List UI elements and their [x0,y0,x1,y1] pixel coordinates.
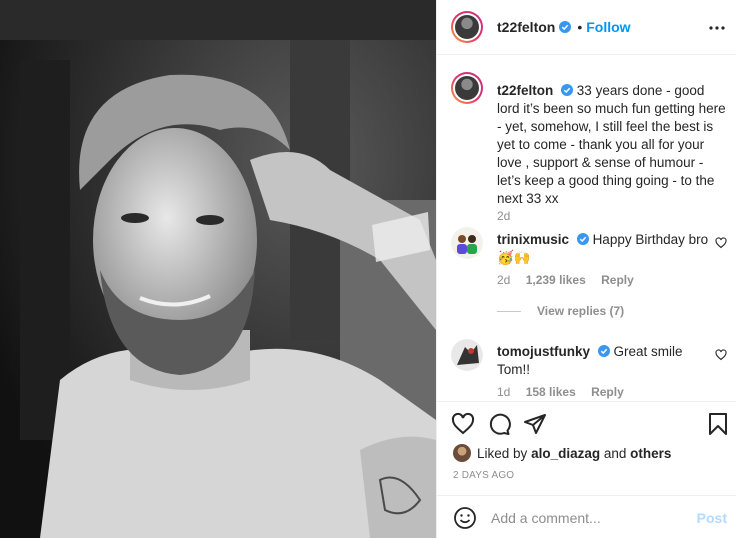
post-timestamp[interactable]: 2 DAYS AGO [453,470,514,481]
author-avatar[interactable] [451,11,483,43]
post-comment-button[interactable]: Post [697,510,727,526]
portrait-image [0,0,436,538]
liked-by-others[interactable]: others [630,446,671,461]
caption-timestamp: 2d [497,209,511,223]
post-actions: Liked by alo_diazag and others 2 DAYS AG… [437,401,736,538]
replies-divider [497,310,521,312]
emoji-icon[interactable] [453,506,477,530]
verified-icon [559,21,572,33]
comments-list[interactable]: t22felton 33 years done - good lord it’s… [437,55,736,401]
separator-dot: • [577,19,583,35]
reply-button[interactable]: Reply [601,273,634,287]
comment-icon[interactable] [487,412,511,436]
post-header: t22felton • Follow [437,0,736,55]
comment-likes[interactable]: 1,239 likes [526,273,586,287]
comment-likes[interactable]: 158 likes [526,385,576,399]
post-photo[interactable] [0,0,436,538]
view-replies-button[interactable]: View replies (7) [497,304,624,318]
verified-icon [576,233,589,245]
caption-username[interactable]: t22felton [497,83,553,98]
liked-by-joiner: and [603,445,627,461]
comment-like-icon[interactable] [715,237,727,249]
verified-icon [561,84,574,96]
liker-avatar[interactable] [453,444,471,462]
caption-avatar[interactable] [451,72,483,104]
add-comment-bar: Post [437,495,736,538]
more-icon[interactable] [707,18,727,38]
post-side-panel: t22felton • Follow t22felton 33 years do… [436,0,736,538]
commenter-avatar[interactable] [451,339,483,371]
liked-by-prefix: Liked by [477,445,528,461]
comment-username[interactable]: trinixmusic [497,232,569,247]
commenter-avatar[interactable] [451,227,483,259]
caption-body: 33 years done - good lord it’s been so m… [497,83,726,206]
comment-meta: 2d 1,239 likes Reply [497,273,646,287]
comment-input[interactable] [491,509,691,526]
comment-time: 1d [497,385,511,399]
reply-button[interactable]: Reply [591,385,624,399]
bookmark-icon[interactable] [706,412,730,436]
view-replies-label: View replies (7) [537,304,625,318]
comment-text-block: trinixmusic Happy Birthday bro 🥳🙌 [497,231,717,267]
caption-text-block: t22felton 33 years done - good lord it’s… [497,82,727,208]
share-icon[interactable] [523,412,547,436]
comment-username[interactable]: tomojustfunky [497,344,590,359]
comment-like-icon[interactable] [715,349,727,361]
comment-meta: 1d 158 likes Reply [497,385,636,399]
follow-button[interactable]: Follow [586,19,630,35]
heart-icon[interactable] [451,412,475,436]
verified-icon [597,345,610,357]
comment-text-block: tomojustfunky Great smile Tom!! [497,343,717,379]
liked-by-user[interactable]: alo_diazag [531,446,600,461]
comment-time: 2d [497,273,511,287]
action-icons [449,412,731,440]
liked-by: Liked by alo_diazag and others [453,444,671,462]
author-username[interactable]: t22felton [497,19,555,35]
